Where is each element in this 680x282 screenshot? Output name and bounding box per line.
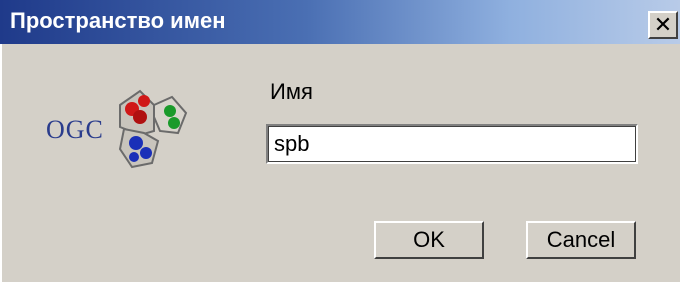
logo-text: OGC [46, 115, 104, 144]
ok-button[interactable]: OK [374, 221, 484, 259]
ogc-logo: OGC [46, 87, 196, 177]
name-label: Имя [270, 79, 313, 104]
window-title: Пространство имен [10, 8, 226, 33]
name-input[interactable] [266, 124, 638, 164]
close-button[interactable]: ✕ [648, 11, 678, 39]
ogc-logo-icon [118, 89, 188, 169]
cancel-button[interactable]: Cancel [526, 221, 636, 259]
close-icon: ✕ [653, 12, 673, 38]
title-bar[interactable]: Пространство имен ✕ [0, 0, 680, 44]
